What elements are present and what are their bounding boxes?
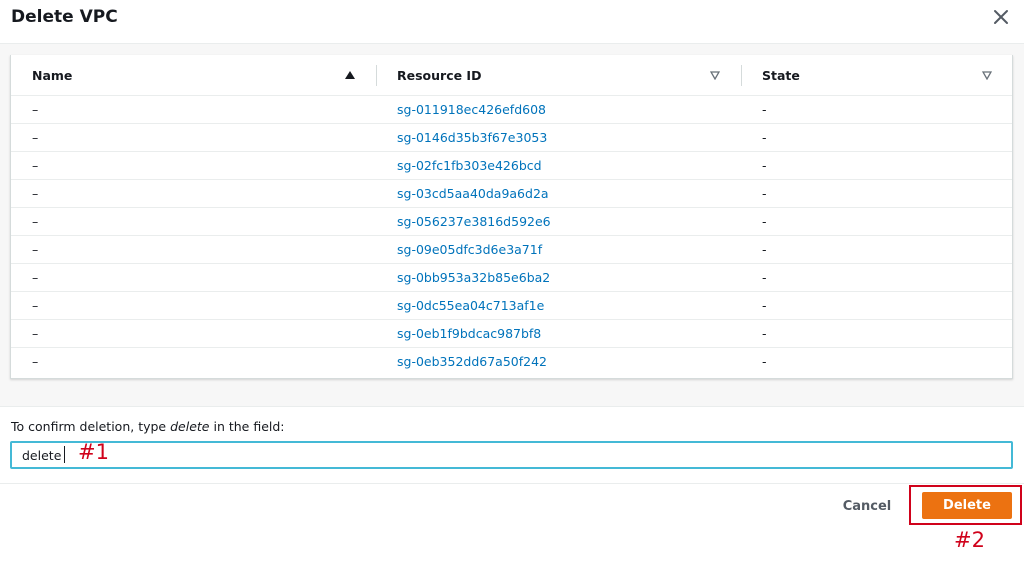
column-header-state[interactable]: State bbox=[762, 55, 1002, 96]
dialog-footer: Cancel Delete bbox=[0, 484, 1024, 575]
cell-name: – bbox=[32, 214, 39, 229]
confirm-section: To confirm deletion, type delete in the … bbox=[0, 406, 1024, 484]
close-icon[interactable] bbox=[990, 6, 1012, 28]
table-row: – sg-0146d35b3f67e3053 - bbox=[11, 124, 1012, 152]
cancel-button[interactable]: Cancel bbox=[836, 494, 898, 518]
resources-table: Name Resource ID State – sg-011918ec426e… bbox=[10, 55, 1013, 379]
table-row: – sg-0dc55ea04c713af1e - bbox=[11, 292, 1012, 320]
column-divider[interactable] bbox=[741, 65, 742, 86]
table-row: – sg-056237e3816d592e6 - bbox=[11, 208, 1012, 236]
column-label-resource-id: Resource ID bbox=[397, 68, 482, 83]
table-row: – sg-011918ec426efd608 - bbox=[11, 96, 1012, 124]
cell-name: – bbox=[32, 298, 39, 313]
table-row: – sg-09e05dfc3d6e3a71f - bbox=[11, 236, 1012, 264]
confirm-label-keyword: delete bbox=[170, 419, 210, 434]
column-label-name: Name bbox=[32, 68, 73, 83]
cell-name: – bbox=[32, 158, 39, 173]
sort-ascending-icon bbox=[345, 71, 355, 79]
cell-state: - bbox=[762, 186, 767, 201]
cell-state: - bbox=[762, 102, 767, 117]
resource-id-link[interactable]: sg-011918ec426efd608 bbox=[397, 102, 546, 117]
confirm-label-prefix: To confirm deletion, type bbox=[11, 419, 171, 434]
column-divider[interactable] bbox=[376, 65, 377, 86]
resource-id-link[interactable]: sg-0eb352dd67a50f242 bbox=[397, 354, 547, 369]
cell-name: – bbox=[32, 326, 39, 341]
resource-id-link[interactable]: sg-03cd5aa40da9a6d2a bbox=[397, 186, 549, 201]
text-caret bbox=[64, 446, 65, 463]
table-row: – sg-0eb352dd67a50f242 - bbox=[11, 348, 1012, 376]
cell-state: - bbox=[762, 130, 767, 145]
cell-name: – bbox=[32, 354, 39, 369]
cell-name: – bbox=[32, 270, 39, 285]
resource-id-link[interactable]: sg-0eb1f9bdcac987bf8 bbox=[397, 326, 541, 341]
table-row: – sg-02fc1fb303e426bcd - bbox=[11, 152, 1012, 180]
cell-state: - bbox=[762, 214, 767, 229]
dialog-header: Delete VPC bbox=[0, 0, 1024, 44]
cell-name: – bbox=[32, 186, 39, 201]
table-header: Name Resource ID State bbox=[11, 55, 1012, 96]
cell-state: - bbox=[762, 242, 767, 257]
cell-state: - bbox=[762, 158, 767, 173]
confirm-label-suffix: in the field: bbox=[209, 419, 285, 434]
resource-id-link[interactable]: sg-0dc55ea04c713af1e bbox=[397, 298, 544, 313]
cell-state: - bbox=[762, 298, 767, 313]
dialog-title: Delete VPC bbox=[11, 7, 118, 27]
table-row: – sg-0bb953a32b85e6ba2 - bbox=[11, 264, 1012, 292]
cell-state: - bbox=[762, 270, 767, 285]
resource-id-link[interactable]: sg-0bb953a32b85e6ba2 bbox=[397, 270, 550, 285]
resource-id-link[interactable]: sg-0146d35b3f67e3053 bbox=[397, 130, 547, 145]
table-row: – sg-03cd5aa40da9a6d2a - bbox=[11, 180, 1012, 208]
confirm-delete-input[interactable] bbox=[10, 441, 1013, 469]
column-header-name[interactable]: Name bbox=[32, 55, 372, 96]
annotation-marker-1: #1 bbox=[78, 440, 109, 464]
cell-state: - bbox=[762, 326, 767, 341]
sort-descending-icon bbox=[982, 71, 992, 80]
cell-name: – bbox=[32, 130, 39, 145]
cell-state: - bbox=[762, 354, 767, 369]
cell-name: – bbox=[32, 242, 39, 257]
table-row: – sg-0eb1f9bdcac987bf8 - bbox=[11, 320, 1012, 348]
dialog-body: Name Resource ID State – sg-011918ec426e… bbox=[0, 44, 1024, 406]
resource-id-link[interactable]: sg-02fc1fb303e426bcd bbox=[397, 158, 542, 173]
resource-id-link[interactable]: sg-09e05dfc3d6e3a71f bbox=[397, 242, 542, 257]
sort-descending-icon bbox=[710, 71, 720, 80]
column-header-resource-id[interactable]: Resource ID bbox=[397, 55, 727, 96]
confirm-label: To confirm deletion, type delete in the … bbox=[11, 419, 285, 434]
cell-name: – bbox=[32, 102, 39, 117]
column-label-state: State bbox=[762, 68, 800, 83]
delete-button[interactable]: Delete bbox=[922, 492, 1012, 519]
resource-id-link[interactable]: sg-056237e3816d592e6 bbox=[397, 214, 551, 229]
annotation-marker-2: #2 bbox=[954, 528, 985, 552]
